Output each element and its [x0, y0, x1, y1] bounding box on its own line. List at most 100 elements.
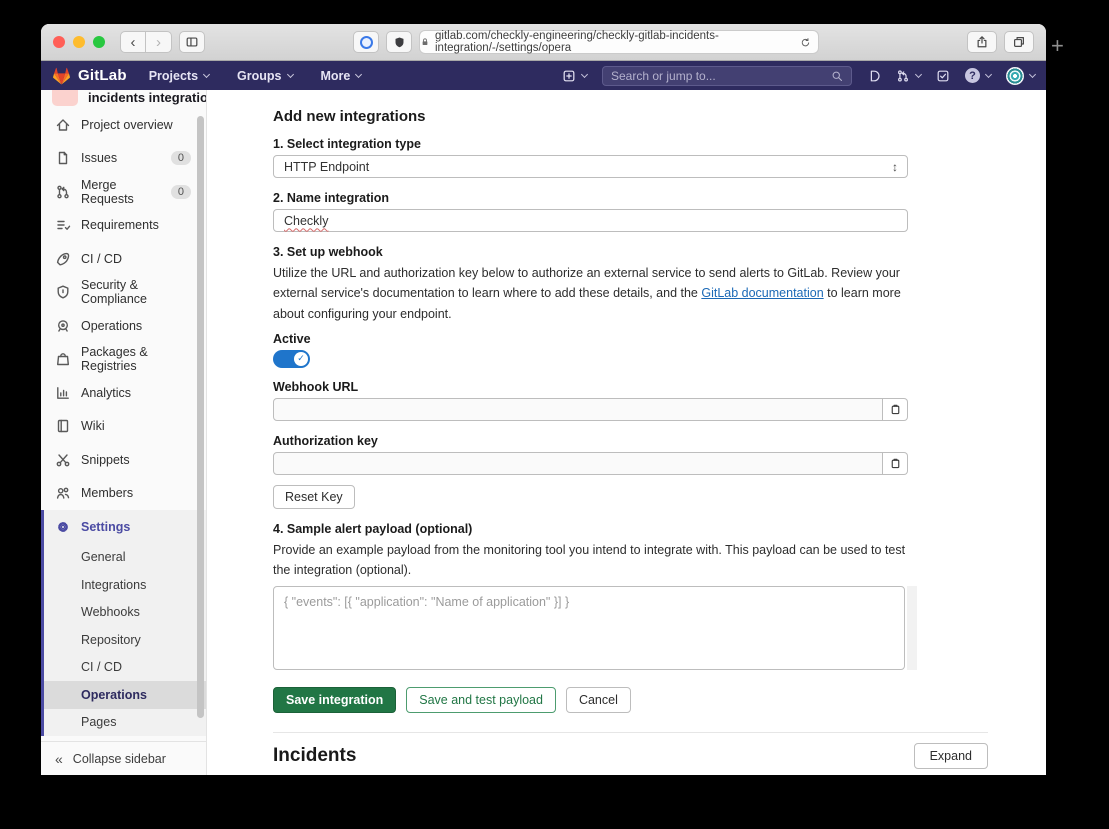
- menu-groups[interactable]: Groups: [237, 69, 292, 83]
- sidebar-item-wiki[interactable]: Wiki: [41, 410, 206, 444]
- collapse-sidebar-label: Collapse sidebar: [73, 752, 166, 766]
- sidebar-subitem-ci-cd[interactable]: CI / CD: [44, 654, 206, 682]
- forward-button[interactable]: ›: [146, 31, 172, 53]
- search-placeholder: Search or jump to...: [611, 69, 716, 83]
- operations-icon: [55, 318, 71, 334]
- shield-icon: [55, 284, 71, 300]
- webhook-description: Utilize the URL and authorization key be…: [273, 263, 921, 324]
- shield-extension-icon: [393, 36, 406, 49]
- sidebar-nav: Project overviewIssues0Merge Requests0Re…: [41, 108, 206, 736]
- gitlab-documentation-link[interactable]: GitLab documentation: [701, 286, 823, 300]
- auth-key-input[interactable]: [273, 452, 883, 475]
- sidebar-item-label: Security & Compliance: [81, 278, 206, 306]
- sidebar-subitem-integrations[interactable]: Integrations: [44, 571, 206, 599]
- menu-more[interactable]: More: [321, 69, 362, 83]
- sidebar-item-issues[interactable]: Issues0: [41, 142, 206, 176]
- merge-request-icon: [55, 184, 71, 200]
- payload-description: Provide an example payload from the moni…: [273, 540, 921, 581]
- share-icon: [975, 35, 989, 49]
- sidebar-item-packages-registries[interactable]: Packages & Registries: [41, 343, 206, 377]
- expand-incidents-button[interactable]: Expand: [914, 743, 988, 769]
- new-menu-button[interactable]: [562, 69, 587, 83]
- copy-webhook-url-button[interactable]: [883, 398, 908, 421]
- sidebar-item-ci-cd[interactable]: CI / CD: [41, 242, 206, 276]
- sidebar-toggle-icon: [185, 35, 199, 49]
- chevron-down-icon: [355, 71, 362, 78]
- sidebar-item-members[interactable]: Members: [41, 477, 206, 511]
- navbar-right: Search or jump to... ?: [562, 66, 1035, 86]
- integration-name-input[interactable]: Checkly: [273, 209, 908, 232]
- menu-label: Projects: [149, 69, 198, 83]
- sidebar-subitem-operations[interactable]: Operations: [44, 681, 206, 709]
- count-badge: 0: [171, 151, 191, 165]
- save-integration-button[interactable]: Save integration: [273, 687, 396, 713]
- form-actions: Save integration Save and test payload C…: [273, 687, 1046, 713]
- webhook-url-input[interactable]: [273, 398, 883, 421]
- extension-button-shield[interactable]: [386, 31, 412, 53]
- global-search-input[interactable]: Search or jump to...: [602, 66, 852, 86]
- payload-textarea[interactable]: { "events": [{ "application": "Name of a…: [273, 586, 905, 670]
- sidebar-item-settings[interactable]: Settings: [44, 510, 206, 544]
- sidebar-subitem-pages[interactable]: Pages: [44, 709, 206, 737]
- setup-webhook-label: 3. Set up webhook: [273, 245, 1046, 259]
- cancel-button[interactable]: Cancel: [566, 687, 631, 713]
- collapse-chevrons-icon: «: [55, 751, 63, 767]
- new-tab-plus[interactable]: +: [1051, 33, 1064, 59]
- refresh-icon[interactable]: [800, 37, 811, 48]
- sidebar-item-analytics[interactable]: Analytics: [41, 376, 206, 410]
- sidebar-item-label: Merge Requests: [81, 178, 161, 206]
- todos-button[interactable]: [936, 69, 950, 83]
- sidebar-toggle-button[interactable]: [179, 31, 205, 53]
- sidebar-scrollbar[interactable]: [197, 116, 204, 718]
- address-bar[interactable]: gitlab.com/checkly-engineering/checkly-g…: [419, 30, 819, 54]
- integration-type-select[interactable]: HTTP Endpoint ↕: [273, 155, 908, 178]
- collapse-sidebar-button[interactable]: « Collapse sidebar: [41, 741, 206, 775]
- close-window-button[interactable]: [53, 36, 65, 48]
- sidebar-settings-block: SettingsGeneralIntegrationsWebhooksRepos…: [41, 510, 206, 736]
- sidebar-item-operations[interactable]: Operations: [41, 309, 206, 343]
- project-title: incidents integration: [88, 90, 207, 105]
- sidebar-subitem-general[interactable]: General: [44, 544, 206, 572]
- rocket-icon: [55, 251, 71, 267]
- sidebar-item-security-compliance[interactable]: Security & Compliance: [41, 276, 206, 310]
- tanuki-icon: [52, 67, 71, 85]
- share-button[interactable]: [967, 31, 997, 53]
- history-nav-buttons: ‹ ›: [120, 31, 172, 53]
- blue-circle-extension-icon: [360, 36, 373, 49]
- project-title-row[interactable]: incidents integration: [41, 90, 206, 108]
- requirements-icon: [55, 217, 71, 233]
- sidebar-subitem-repository[interactable]: Repository: [44, 626, 206, 654]
- textarea-scrollbar[interactable]: [907, 586, 917, 670]
- back-button[interactable]: ‹: [120, 31, 146, 53]
- auth-key-group: [273, 452, 908, 475]
- tabs-overview-button[interactable]: [1004, 31, 1034, 53]
- save-and-test-button[interactable]: Save and test payload: [406, 687, 556, 713]
- merge-request-icon: [896, 69, 910, 83]
- sidebar-item-requirements[interactable]: Requirements: [41, 209, 206, 243]
- search-icon: [831, 70, 843, 82]
- gitlab-logo[interactable]: GitLab: [52, 67, 127, 85]
- toggle-check-icon: ✓: [294, 352, 308, 366]
- copy-auth-key-button[interactable]: [883, 452, 908, 475]
- extension-button-blue[interactable]: [353, 31, 379, 53]
- sidebar-subitem-webhooks[interactable]: Webhooks: [44, 599, 206, 627]
- issues-dashboard-button[interactable]: [867, 69, 881, 83]
- sidebar-item-label: Members: [81, 486, 133, 500]
- reset-key-button[interactable]: Reset Key: [273, 485, 355, 509]
- minimize-window-button[interactable]: [73, 36, 85, 48]
- user-menu-button[interactable]: [1006, 67, 1035, 85]
- chevron-down-icon: [286, 71, 293, 78]
- section-divider: [273, 732, 988, 733]
- merge-requests-button[interactable]: [896, 69, 921, 83]
- clipboard-icon: [889, 403, 902, 416]
- zoom-window-button[interactable]: [93, 36, 105, 48]
- project-avatar: [52, 90, 78, 106]
- sidebar-item-project-overview[interactable]: Project overview: [41, 108, 206, 142]
- menu-projects[interactable]: Projects: [149, 69, 209, 83]
- menu-label: More: [321, 69, 351, 83]
- help-button[interactable]: ?: [965, 68, 991, 83]
- sidebar-item-snippets[interactable]: Snippets: [41, 443, 206, 477]
- sidebar-item-label: Project overview: [81, 118, 173, 132]
- sidebar-item-merge-requests[interactable]: Merge Requests0: [41, 175, 206, 209]
- active-toggle[interactable]: ✓: [273, 350, 310, 368]
